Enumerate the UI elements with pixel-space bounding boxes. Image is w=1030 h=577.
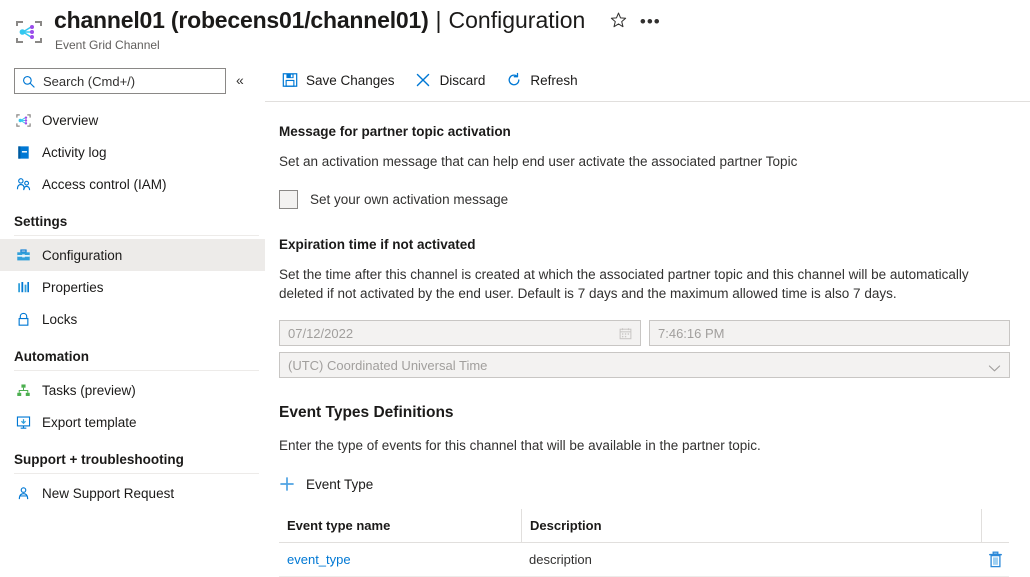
chevron-down-icon[interactable] (988, 361, 1001, 370)
event-types-description: Enter the type of events for this channe… (265, 436, 1030, 455)
sidebar-group-automation: Automation (0, 335, 265, 367)
azure-portal-blade: channel01 (robecens01/channel01) | Confi… (0, 0, 1030, 577)
sidebar-item-label: Export template (42, 415, 137, 430)
activation-heading: Message for partner topic activation (265, 124, 1030, 139)
sidebar-divider (14, 235, 259, 236)
support-request-icon (14, 484, 32, 502)
properties-icon (14, 278, 32, 296)
toolbar-button-label: Refresh (530, 73, 577, 88)
event-types-table: Event type name Description event_type d… (279, 509, 1009, 577)
table-header-row: Event type name Description (279, 509, 1009, 543)
timezone-value: (UTC) Coordinated Universal Time (288, 358, 988, 373)
resource-type-subtitle: Event Grid Channel (55, 38, 160, 52)
sidebar-item-activity-log[interactable]: Activity log (0, 136, 265, 168)
sidebar-item-properties[interactable]: Properties (0, 271, 265, 303)
configuration-form: Message for partner topic activation Set… (265, 102, 1030, 577)
activation-description: Set an activation message that can help … (265, 152, 1030, 171)
sidebar-item-access-control[interactable]: Access control (IAM) (0, 168, 265, 200)
blade-header: channel01 (robecens01/channel01) | Confi… (0, 0, 1030, 58)
search-container (14, 68, 226, 94)
tasks-icon (14, 381, 32, 399)
star-icon[interactable] (607, 9, 629, 31)
close-x-icon (415, 72, 432, 89)
command-bar: Save Changes Discard Refresh (265, 64, 596, 96)
search-icon (22, 75, 35, 88)
activation-message-checkbox-row[interactable]: Set your own activation message (265, 190, 1030, 209)
resource-title: channel01 (robecens01/channel01) (54, 5, 429, 35)
sidebar-item-label: Locks (42, 312, 77, 327)
column-header-event-type-name[interactable]: Event type name (279, 509, 521, 543)
sidebar-item-label: Access control (IAM) (42, 177, 167, 192)
expiration-description: Set the time after this channel is creat… (265, 265, 1030, 303)
toolbar-button-label: Save Changes (306, 73, 395, 88)
plus-icon (279, 476, 295, 492)
search-input[interactable] (41, 73, 211, 90)
ellipsis-icon[interactable]: ••• (639, 9, 661, 31)
save-changes-button[interactable]: Save Changes (279, 65, 405, 95)
sidebar-item-label: Tasks (preview) (42, 383, 136, 398)
lock-icon (14, 310, 32, 328)
column-header-description[interactable]: Description (521, 509, 981, 543)
event-types-heading: Event Types Definitions (265, 404, 1030, 422)
sidebar-item-export-template[interactable]: Export template (0, 406, 265, 438)
refresh-icon (505, 72, 522, 89)
sidebar-item-label: New Support Request (42, 486, 174, 501)
title-separator: | (429, 5, 449, 35)
activation-message-checkbox[interactable] (279, 190, 298, 209)
export-template-icon (14, 413, 32, 431)
refresh-button[interactable]: Refresh (503, 65, 587, 95)
trash-icon[interactable] (988, 551, 1003, 568)
column-header-actions (981, 509, 1009, 543)
save-icon (281, 72, 298, 89)
cell-actions (981, 543, 1009, 577)
expiration-time-field[interactable]: 7:46:16 PM (649, 320, 1010, 346)
sidebar-nav-list: Overview Activity log (0, 104, 265, 509)
cell-event-type-name: event_type (279, 543, 521, 577)
timezone-select[interactable]: (UTC) Coordinated Universal Time (279, 352, 1010, 378)
search-box[interactable] (14, 68, 226, 94)
sidebar-item-locks[interactable]: Locks (0, 303, 265, 335)
sidebar-item-label: Properties (42, 280, 104, 295)
event-type-link[interactable]: event_type (287, 552, 351, 567)
blade-name: Configuration (449, 5, 586, 35)
expiration-date-value: 07/12/2022 (288, 326, 619, 341)
sidebar-item-new-support-request[interactable]: New Support Request (0, 477, 265, 509)
blade-content: Save Changes Discard Refresh (265, 58, 1030, 577)
add-event-type-button[interactable]: Event Type (265, 469, 373, 499)
cell-description: description (521, 543, 981, 577)
page-title: channel01 (robecens01/channel01) | Confi… (54, 5, 661, 35)
sidebar-divider (14, 473, 259, 474)
access-control-icon (14, 175, 32, 193)
activity-log-icon (14, 143, 32, 161)
collapse-sidebar-button[interactable]: « (236, 70, 244, 90)
discard-button[interactable]: Discard (413, 65, 496, 95)
sidebar-item-label: Overview (42, 113, 98, 128)
calendar-icon[interactable] (619, 327, 632, 340)
toolbar-button-label: Discard (440, 73, 486, 88)
table-row: event_type description (279, 543, 1009, 577)
sidebar-item-tasks[interactable]: Tasks (preview) (0, 374, 265, 406)
expiration-time-value: 7:46:16 PM (658, 326, 1001, 341)
activation-message-checkbox-label: Set your own activation message (310, 192, 508, 207)
sidebar-group-settings: Settings (0, 200, 265, 232)
event-grid-channel-icon (14, 18, 44, 46)
sidebar-item-label: Configuration (42, 248, 122, 263)
overview-icon (14, 111, 32, 129)
sidebar-divider (14, 370, 259, 371)
blade-sidebar: « (0, 58, 265, 577)
sidebar-group-support: Support + troubleshooting (0, 438, 265, 470)
sidebar-item-configuration[interactable]: Configuration (0, 239, 265, 271)
configuration-icon (14, 246, 32, 264)
expiration-date-field[interactable]: 07/12/2022 (279, 320, 641, 346)
expiration-datetime-row: 07/12/2022 (265, 320, 1030, 346)
add-event-type-label: Event Type (306, 477, 373, 492)
sidebar-item-label: Activity log (42, 145, 107, 160)
sidebar-item-overview[interactable]: Overview (0, 104, 265, 136)
expiration-heading: Expiration time if not activated (265, 237, 1030, 252)
